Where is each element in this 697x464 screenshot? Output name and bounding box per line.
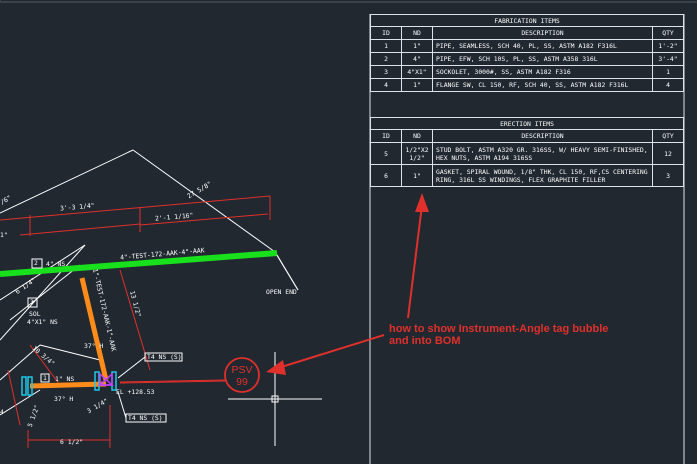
table-row[interactable]: 1 1" PIPE, SEAMLESS, SCH 40, PL, SS, AST…	[370, 39, 684, 53]
col-qty-header: QTY	[652, 129, 684, 143]
table-row[interactable]: 4 1" FLANGE SW, CL 150, RF, SCH 40, SS, …	[370, 78, 684, 92]
row-qty: 1	[652, 65, 684, 79]
row-description: FLANGE SW, CL 150, RF, SCH 40, SS, ASTM …	[432, 78, 653, 92]
dim-left-cut-2: 1"	[0, 231, 8, 239]
row-nd: 1"	[401, 78, 433, 92]
tag-1-text: 1" NS	[55, 375, 75, 383]
tag-2-text: 4" NS	[46, 260, 66, 268]
row-nd: 4"	[401, 52, 433, 66]
row-nd: 4"X1"	[401, 65, 433, 79]
open-end-leader	[276, 254, 299, 291]
col-description-header: DESCRIPTION	[432, 129, 653, 143]
col-nd-header: ND	[401, 26, 433, 40]
row-description: PIPE, EFW, SCH 10S, PL, SS, ASTM A358 31…	[432, 52, 653, 66]
tag-3: 3	[30, 298, 34, 306]
row-qty: 4	[652, 78, 684, 92]
row-id: 2	[370, 52, 402, 66]
table-row[interactable]: 6 1" GASKET, SPIRAL WOUND, 1/8" THK, CL …	[370, 164, 684, 187]
table-row[interactable]: 5 1/2"X2 1/2" STUD BOLT, ASTM A320 GR. 3…	[370, 142, 684, 165]
markup-note-line2: and into BOM	[389, 335, 461, 347]
fabrication-title: FABRICATION ITEMS	[370, 14, 684, 27]
table-row[interactable]: 2 4" PIPE, EFW, SCH 10S, PL, SS, ASTM A3…	[370, 52, 684, 66]
col-id-header: ID	[370, 129, 402, 143]
row-nd: 1/2"X2 1/2"	[401, 142, 433, 165]
row-id: 5	[370, 142, 402, 165]
psv-bubble-line2: 99	[236, 376, 248, 388]
row-id: 3	[370, 65, 402, 79]
dim-bottom: 6 1/2"	[60, 438, 84, 446]
row-qty: 12	[652, 142, 684, 165]
angle-37-b: 37° H	[54, 395, 74, 403]
tag-3-text-1: SOL	[29, 310, 41, 318]
row-id: 4	[370, 78, 402, 92]
tag-2: 2	[34, 259, 38, 267]
row-qty: 3	[652, 164, 684, 187]
row-id: 6	[370, 164, 402, 187]
tag-3-text-2: 4"X1" NS	[27, 318, 58, 326]
row-qty: 1'-2"	[652, 39, 684, 53]
col-description-header: DESCRIPTION	[432, 26, 653, 40]
row-qty: 3'-4"	[652, 52, 684, 66]
col-id-header: ID	[370, 26, 402, 40]
tag-1: 1	[43, 374, 47, 382]
dim-left-edge: 4	[0, 408, 4, 416]
fabrication-items-table[interactable]: FABRICATION ITEMS ID ND DESCRIPTION QTY …	[370, 14, 684, 92]
grid-pattern	[0, 0, 1, 1]
row-description: SOCKOLET, 3000#, SS, ASTM A182 F316	[432, 65, 653, 79]
row-nd: 1"	[401, 164, 433, 187]
flag-bottom: T4 NS (S)	[128, 414, 163, 422]
open-end-label: OPEN END	[266, 288, 297, 296]
row-id: 1	[370, 39, 402, 53]
col-qty-header: QTY	[652, 26, 684, 40]
elevation-label: EL +128.53	[116, 388, 155, 396]
markup-note: how to show Instrument-Angle tag bubble …	[389, 323, 669, 347]
col-nd-header: ND	[401, 129, 433, 143]
row-description: PIPE, SEAMLESS, SCH 40, PL, SS, ASTM A18…	[432, 39, 653, 53]
erection-title: ERECTION ITEMS	[370, 117, 684, 130]
flag-top: T4 NS (S)	[147, 353, 182, 361]
angle-37-a: 37° H	[84, 342, 104, 350]
annotation-arrows	[266, 193, 429, 375]
row-description: GASKET, SPIRAL WOUND, 1/8" THK, CL 150, …	[432, 164, 653, 187]
table-row[interactable]: 3 4"X1" SOCKOLET, 3000#, SS, ASTM A182 F…	[370, 65, 684, 79]
erection-items-table[interactable]: ERECTION ITEMS ID ND DESCRIPTION QTY 5 1…	[370, 117, 684, 187]
markup-note-line1: how to show Instrument-Angle tag bubble	[389, 323, 609, 335]
row-nd: 1"	[401, 39, 433, 53]
row-description: STUD BOLT, ASTM A320 GR. 316SS, W/ HEAVY…	[432, 142, 653, 165]
psv-bubble-line1: PSV	[231, 364, 253, 376]
